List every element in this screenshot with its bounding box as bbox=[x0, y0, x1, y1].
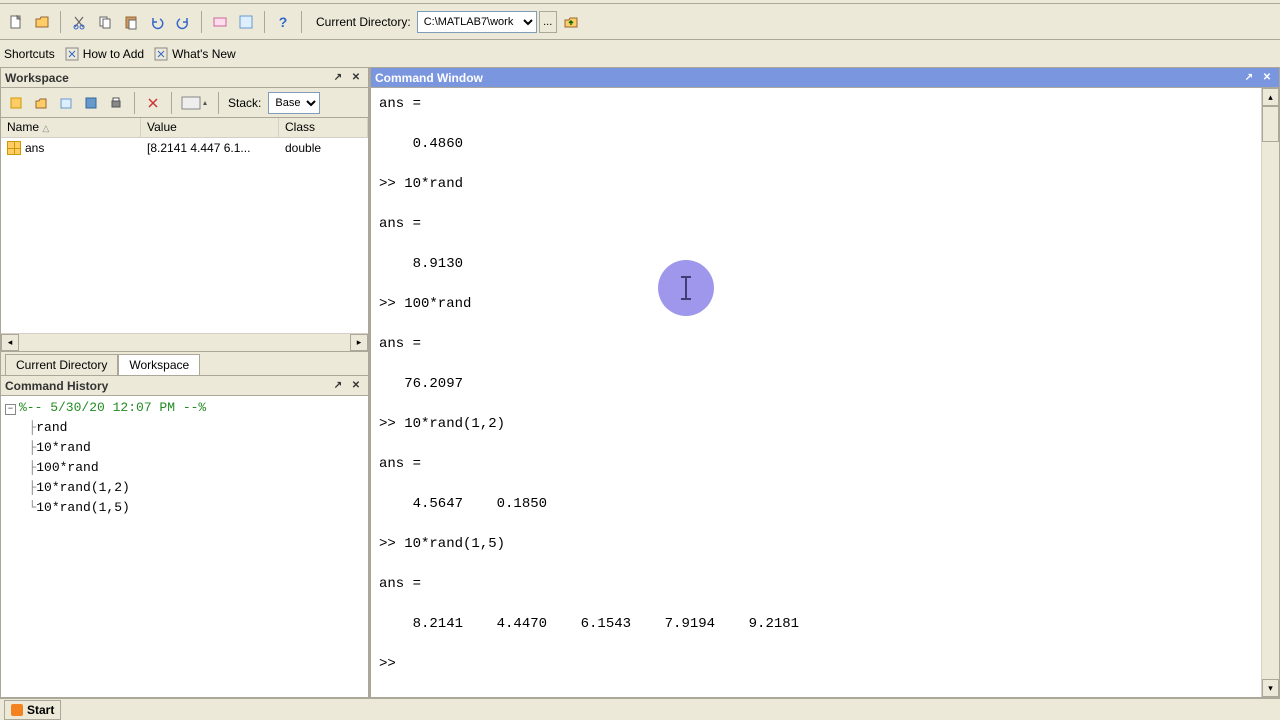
history-item[interactable]: ├100*rand bbox=[5, 458, 364, 478]
help-icon[interactable]: ? bbox=[271, 10, 295, 34]
current-dir-label: Current Directory: bbox=[316, 15, 411, 29]
svg-text:?: ? bbox=[279, 14, 288, 30]
workspace-panel: Workspace ↗ ✕ Stack: Base bbox=[0, 68, 369, 376]
left-tabs: Current Directory Workspace bbox=[0, 352, 369, 376]
separator bbox=[60, 11, 61, 33]
scroll-left-icon[interactable]: ◂ bbox=[1, 334, 19, 351]
guide-icon[interactable] bbox=[234, 10, 258, 34]
save-ws-icon[interactable] bbox=[80, 92, 102, 114]
undo-icon[interactable] bbox=[145, 10, 169, 34]
v-scrollbar[interactable]: ▴ ▾ bbox=[1261, 88, 1279, 697]
command-window-header[interactable]: Command Window ↗ ✕ bbox=[370, 68, 1280, 88]
col-name[interactable]: Name △ bbox=[1, 118, 141, 137]
paste-icon[interactable] bbox=[119, 10, 143, 34]
matlab-icon bbox=[11, 704, 23, 716]
status-bar: Start bbox=[0, 698, 1280, 720]
undock-icon[interactable]: ↗ bbox=[1241, 70, 1257, 86]
close-icon[interactable]: ✕ bbox=[348, 378, 364, 394]
workspace-title: Workspace bbox=[5, 71, 69, 85]
tab-workspace[interactable]: Workspace bbox=[118, 354, 200, 375]
table-row[interactable]: ans [8.2141 4.447 6.1... double bbox=[1, 138, 368, 158]
command-window-title: Command Window bbox=[375, 71, 483, 85]
current-dir-select[interactable]: C:\MATLAB7\work bbox=[417, 11, 537, 33]
array-icon bbox=[7, 141, 21, 155]
command-window-panel: Command Window ↗ ✕ ans = 0.4860 >> 10*ra… bbox=[370, 68, 1280, 698]
shortcuts-label: Shortcuts bbox=[4, 47, 55, 61]
delete-icon[interactable] bbox=[142, 92, 164, 114]
workspace-columns: Name △ Value Class bbox=[1, 118, 368, 138]
how-to-add-link[interactable]: How to Add bbox=[65, 47, 144, 61]
tab-current-directory[interactable]: Current Directory bbox=[5, 354, 118, 375]
close-icon[interactable]: ✕ bbox=[348, 70, 364, 86]
add-shortcut-icon bbox=[65, 47, 79, 61]
import-icon[interactable] bbox=[55, 92, 77, 114]
separator bbox=[264, 11, 265, 33]
main-area: Workspace ↗ ✕ Stack: Base bbox=[0, 68, 1280, 698]
stack-label: Stack: bbox=[228, 96, 261, 110]
stack-select[interactable]: Base bbox=[268, 92, 320, 114]
close-icon[interactable]: ✕ bbox=[1259, 70, 1275, 86]
history-item[interactable]: ├10*rand(1,2) bbox=[5, 478, 364, 498]
history-body[interactable]: −%-- 5/30/20 12:07 PM --% ├rand ├10*rand… bbox=[0, 396, 369, 698]
history-session[interactable]: −%-- 5/30/20 12:07 PM --% bbox=[5, 398, 364, 418]
history-header[interactable]: Command History ↗ ✕ bbox=[0, 376, 369, 396]
open-var-icon[interactable] bbox=[30, 92, 52, 114]
command-history-panel: Command History ↗ ✕ −%-- 5/30/20 12:07 P… bbox=[0, 376, 369, 698]
separator bbox=[218, 92, 219, 114]
col-class[interactable]: Class bbox=[279, 118, 368, 137]
separator bbox=[201, 11, 202, 33]
workspace-toolbar: Stack: Base bbox=[0, 88, 369, 118]
plot-icon[interactable] bbox=[179, 92, 211, 114]
copy-icon[interactable] bbox=[93, 10, 117, 34]
up-folder-icon[interactable] bbox=[559, 10, 583, 34]
col-value[interactable]: Value bbox=[141, 118, 279, 137]
redo-icon[interactable] bbox=[171, 10, 195, 34]
scroll-right-icon[interactable]: ▸ bbox=[350, 334, 368, 351]
undock-icon[interactable]: ↗ bbox=[330, 378, 346, 394]
new-var-icon[interactable] bbox=[5, 92, 27, 114]
history-title: Command History bbox=[5, 379, 108, 393]
collapse-icon[interactable]: − bbox=[5, 404, 16, 415]
left-panels: Workspace ↗ ✕ Stack: Base bbox=[0, 68, 370, 698]
h-scrollbar[interactable]: ◂ ▸ bbox=[1, 333, 368, 351]
undock-icon[interactable]: ↗ bbox=[330, 70, 346, 86]
whats-new-icon bbox=[154, 47, 168, 61]
workspace-grid: Name △ Value Class ans [8.2141 4.447 6.1… bbox=[0, 118, 369, 352]
main-toolbar: ? Current Directory: C:\MATLAB7\work ... bbox=[0, 4, 1280, 40]
separator bbox=[301, 11, 302, 33]
history-item[interactable]: ├10*rand bbox=[5, 438, 364, 458]
shortcuts-bar: Shortcuts How to Add What's New bbox=[0, 40, 1280, 68]
new-file-icon[interactable] bbox=[4, 10, 28, 34]
scroll-thumb[interactable] bbox=[1262, 106, 1279, 142]
scroll-down-icon[interactable]: ▾ bbox=[1262, 679, 1279, 697]
start-button[interactable]: Start bbox=[4, 700, 61, 720]
simulink-icon[interactable] bbox=[208, 10, 232, 34]
separator bbox=[171, 92, 172, 114]
scroll-up-icon[interactable]: ▴ bbox=[1262, 88, 1279, 106]
history-item[interactable]: ├rand bbox=[5, 418, 364, 438]
print-icon[interactable] bbox=[105, 92, 127, 114]
workspace-header[interactable]: Workspace ↗ ✕ bbox=[0, 68, 369, 88]
workspace-body[interactable]: ans [8.2141 4.447 6.1... double bbox=[1, 138, 368, 333]
browse-button[interactable]: ... bbox=[539, 11, 557, 33]
whats-new-link[interactable]: What's New bbox=[154, 47, 236, 61]
history-item[interactable]: └10*rand(1,5) bbox=[5, 498, 364, 518]
command-window-body[interactable]: ans = 0.4860 >> 10*rand ans = 8.9130 >> … bbox=[371, 88, 1261, 697]
open-file-icon[interactable] bbox=[30, 10, 54, 34]
cut-icon[interactable] bbox=[67, 10, 91, 34]
separator bbox=[134, 92, 135, 114]
